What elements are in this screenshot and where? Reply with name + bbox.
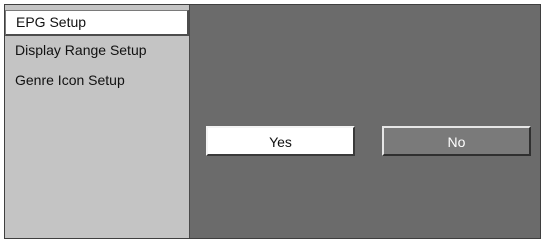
menu-item-display-range-setup[interactable]: Display Range Setup (5, 37, 189, 63)
yes-button-label: Yes (269, 134, 292, 150)
epg-settings-window: EPG Setup Display Range Setup Genre Icon… (4, 4, 541, 239)
sidebar-menu: EPG Setup Display Range Setup Genre Icon… (5, 5, 190, 238)
menu-item-genre-icon-setup[interactable]: Genre Icon Setup (5, 67, 189, 93)
menu-item-label: Genre Icon Setup (15, 72, 125, 88)
yes-button[interactable]: Yes (206, 126, 355, 156)
no-button-label: No (447, 134, 466, 150)
no-button[interactable]: No (382, 126, 531, 156)
main-panel: Yes No (190, 5, 540, 238)
menu-item-label: EPG Setup (16, 14, 87, 30)
menu-item-epg-setup[interactable]: EPG Setup (5, 10, 189, 36)
menu-item-label: Display Range Setup (15, 42, 147, 58)
